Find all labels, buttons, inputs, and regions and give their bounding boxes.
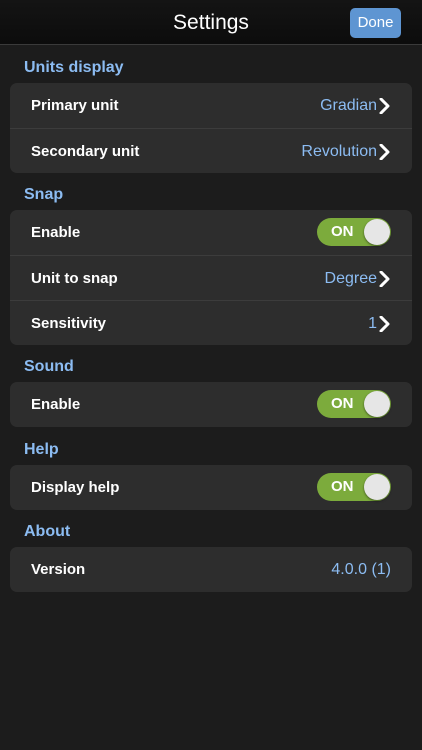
unit-to-snap-row[interactable]: Unit to snap Degree xyxy=(10,255,412,300)
section-header-about: About xyxy=(24,523,71,540)
section-header-help: Help xyxy=(24,441,59,458)
units-display-group: Primary unit Gradian Secondary unit Revo… xyxy=(10,83,412,173)
snap-enable-label: Enable xyxy=(31,224,81,241)
done-button[interactable]: Done xyxy=(350,8,401,38)
snap-enable-row: Enable ON xyxy=(10,210,412,255)
navigation-bar: Settings Done xyxy=(0,0,422,45)
unit-to-snap-value: Degree xyxy=(324,270,377,287)
primary-unit-row[interactable]: Primary unit Gradian xyxy=(10,83,412,128)
toggle-state-text: ON xyxy=(331,223,354,240)
primary-unit-value: Gradian xyxy=(320,97,377,114)
display-help-toggle[interactable]: ON xyxy=(317,473,391,501)
toggle-knob xyxy=(364,474,390,500)
toggle-state-text: ON xyxy=(331,395,354,412)
primary-unit-label: Primary unit xyxy=(31,97,119,114)
display-help-label: Display help xyxy=(31,479,120,496)
chevron-right-icon xyxy=(379,144,390,160)
chevron-right-icon xyxy=(379,271,390,287)
snap-group: Enable ON Unit to snap Degree Sensitivit… xyxy=(10,210,412,345)
chevron-right-icon xyxy=(379,316,390,332)
sensitivity-label: Sensitivity xyxy=(31,315,107,332)
sensitivity-value: 1 xyxy=(368,315,377,332)
section-header-snap: Snap xyxy=(24,186,64,203)
settings-screen: Settings Done Units display Primary unit… xyxy=(0,0,422,750)
secondary-unit-value: Revolution xyxy=(301,143,377,160)
sensitivity-row[interactable]: Sensitivity 1 xyxy=(10,300,412,345)
toggle-knob xyxy=(364,391,390,417)
version-row: Version 4.0.0 (1) xyxy=(10,547,412,592)
toggle-knob xyxy=(364,219,390,245)
snap-enable-toggle[interactable]: ON xyxy=(317,218,391,246)
chevron-right-icon xyxy=(379,98,390,114)
section-header-sound: Sound xyxy=(24,358,74,375)
secondary-unit-row[interactable]: Secondary unit Revolution xyxy=(10,128,412,173)
toggle-state-text: ON xyxy=(331,478,354,495)
sound-enable-label: Enable xyxy=(31,396,81,413)
sound-group: Enable ON xyxy=(10,382,412,427)
help-group: Display help ON xyxy=(10,465,412,510)
section-header-units-display: Units display xyxy=(24,59,124,76)
version-value: 4.0.0 (1) xyxy=(331,561,391,578)
display-help-row: Display help ON xyxy=(10,465,412,510)
about-group: Version 4.0.0 (1) xyxy=(10,547,412,592)
unit-to-snap-label: Unit to snap xyxy=(31,270,118,287)
version-label: Version xyxy=(31,561,86,578)
sound-enable-toggle[interactable]: ON xyxy=(317,390,391,418)
sound-enable-row: Enable ON xyxy=(10,382,412,427)
secondary-unit-label: Secondary unit xyxy=(31,143,140,160)
